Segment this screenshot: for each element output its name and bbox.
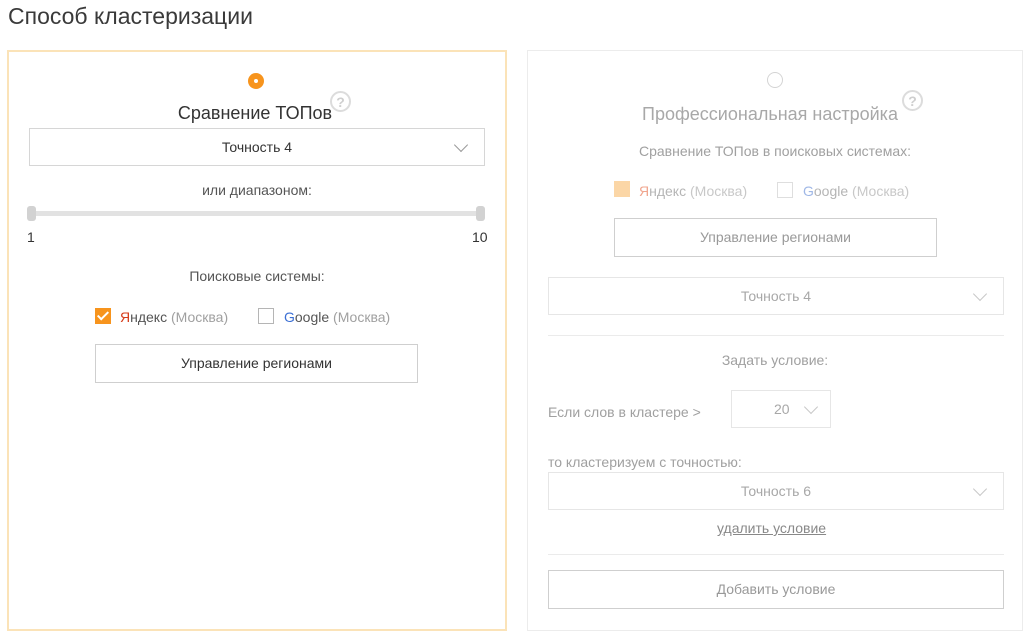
divider — [548, 554, 1004, 555]
page-title: Способ кластеризации — [8, 3, 253, 29]
yandex-first-letter: Я — [120, 309, 131, 325]
google-region: (Москва) — [852, 183, 910, 199]
google-first-letter: G — [284, 309, 295, 325]
yandex-option[interactable]: Яндекс (Москва) — [120, 309, 228, 325]
if-words-label: Если слов в кластере > — [548, 404, 701, 420]
words-count-value: 20 — [774, 401, 790, 417]
google-rest: oogle — [813, 183, 849, 199]
chevron-down-icon — [803, 399, 819, 415]
compare-label: Сравнение ТОПов в поисковых системах: — [639, 143, 911, 159]
yandex-region: (Москва) — [689, 183, 748, 199]
words-count-select[interactable]: 20 — [731, 390, 831, 428]
google-option[interactable]: Google (Москва) — [803, 183, 909, 199]
then-label: то кластеризуем с точностью: — [548, 454, 742, 470]
google-region: (Москва) — [333, 309, 391, 325]
yandex-option[interactable]: Яндекс (Москва) — [639, 183, 747, 199]
right-heading: Профессиональная настройка — [642, 104, 898, 124]
accuracy-select[interactable]: Точность 4 — [548, 277, 1004, 315]
checkbox-checked-icon[interactable] — [95, 308, 111, 324]
checkbox-unchecked-icon[interactable] — [258, 308, 274, 324]
help-icon[interactable]: ? — [330, 91, 351, 112]
right-option-panel[interactable] — [527, 50, 1023, 631]
checkbox-checked-icon[interactable] — [614, 181, 630, 197]
slider-max-label: 10 — [472, 229, 488, 245]
chevron-down-icon — [453, 137, 469, 153]
accuracy-select[interactable]: Точность 4 — [29, 128, 485, 166]
range-slider-track[interactable] — [31, 211, 480, 216]
range-slider-min-handle[interactable] — [27, 206, 36, 221]
slider-min-label: 1 — [27, 229, 35, 245]
radio-unselected-icon[interactable] — [767, 72, 783, 88]
delete-condition-link[interactable]: удалить условие — [717, 520, 826, 536]
search-engines-label: Поисковые системы: — [189, 268, 325, 284]
add-condition-button[interactable]: Добавить условие — [548, 570, 1004, 609]
condition-accuracy-select[interactable]: Точность 6 — [548, 472, 1004, 510]
google-rest: oogle — [294, 309, 330, 325]
condition-label: Задать условие: — [721, 352, 829, 368]
yandex-first-letter: Я — [639, 183, 650, 199]
radio-selected-icon[interactable] — [248, 73, 264, 89]
manage-regions-button[interactable]: Управление регионами — [614, 218, 937, 257]
accuracy-select-value: Точность 4 — [221, 139, 293, 155]
left-heading: Сравнение ТОПов — [177, 103, 333, 123]
checkbox-unchecked-icon[interactable] — [777, 182, 793, 198]
help-icon[interactable]: ? — [902, 90, 923, 111]
yandex-rest: ндекс — [649, 183, 687, 199]
divider — [548, 335, 1004, 336]
manage-regions-button[interactable]: Управление регионами — [95, 344, 418, 383]
google-option[interactable]: Google (Москва) — [284, 309, 390, 325]
yandex-region: (Москва) — [170, 309, 229, 325]
google-first-letter: G — [803, 183, 814, 199]
range-slider-max-handle[interactable] — [476, 206, 485, 221]
chevron-down-icon — [972, 286, 988, 302]
accuracy-select-value: Точность 4 — [740, 288, 812, 304]
condition-accuracy-value: Точность 6 — [740, 483, 812, 499]
range-label: или диапазоном: — [202, 182, 312, 198]
yandex-rest: ндекс — [130, 309, 168, 325]
chevron-down-icon — [972, 481, 988, 497]
